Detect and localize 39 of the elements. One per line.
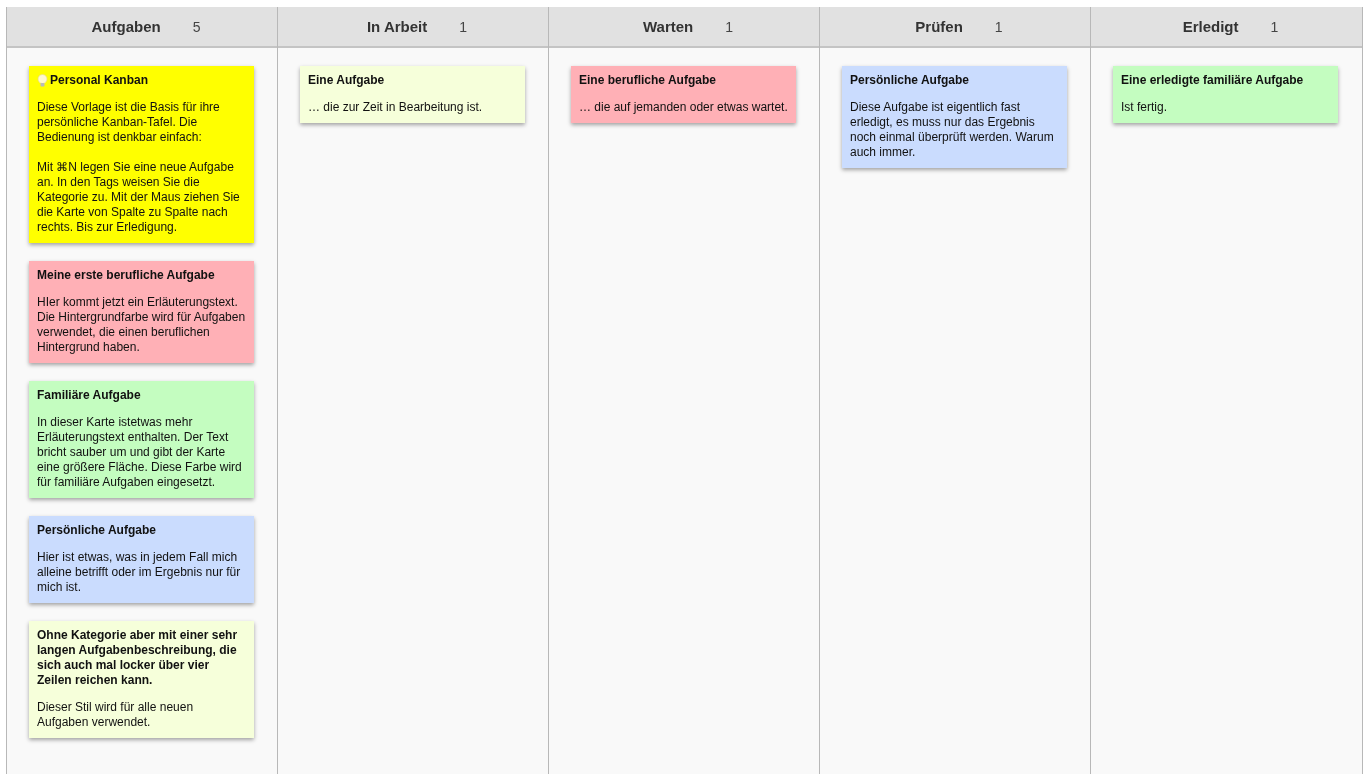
card-title: Familiäre Aufgabe [37,388,141,403]
card-count: 5 [192,18,201,35]
card-count: 1 [1270,18,1279,35]
task-card[interactable]: Eine Aufgabe … die zur Zeit in Bearbeitung ist. [300,66,525,123]
card-title: Ohne Kategorie aber mit einer sehr langen Aufgabenbeschreibung, die sich auch mal locker über vier Zeilen reichen kann. [37,628,239,688]
column-title: Erledigt [1182,18,1239,35]
task-card[interactable]: Persönliche Aufgabe Diese Aufgabe ist eigentlich fast erledigt, es muss nur das Ergebnis noch einmal überprüft werden. Warum auch immer. [842,66,1067,168]
column-title: Prüfen [915,18,963,35]
card-description: Mit ⌘N legen Sie eine neue Aufgabe an. In den Tags weisen Sie die Kategorie zu. Mit der Maus ziehen Sie die Karte von Spalte zu Spalte nach rechts. Bis zur Erledigung. [37,160,241,235]
task-card[interactable]: Eine berufliche Aufgabe … die auf jemanden oder etwas wartet. [571,66,796,123]
task-card[interactable]: Eine erledigte familiäre Aufgabe Ist fertig. [1113,66,1338,123]
card-title: Persönliche Aufgabe [850,73,969,88]
card-description: HIer kommt jetzt ein Erläuterungstext. Die Hintergrundfarbe wird für Aufgaben verwendet, die einen beruflichen Hintergrund haben. [37,295,246,355]
card-description: Ist fertig. [1121,100,1168,115]
card-description: Dieser Stil wird für alle neuen Aufgaben verwendet. [37,700,195,730]
card-description: … die auf jemanden oder etwas wartet. [579,100,788,115]
card-description: In dieser Karte istetwas mehr Erläuterungstext enthalten. Der Text bricht sauber um und gibt der Karte eine größere Fläche. Diese Farbe wird für familiäre Aufgaben eingesetzt. [37,415,243,490]
task-card[interactable] [29,66,254,243]
lightbulb-icon [37,73,48,88]
card-title: Personal Kanban [50,73,149,88]
card-title: Eine Aufgabe [308,73,385,88]
task-card[interactable]: Meine erste berufliche Aufgabe HIer kommt jetzt ein Erläuterungstext. Die Hintergrundfarbe wird für Aufgaben verwendet, die einen beruflichen Hintergrund haben. [29,261,254,363]
task-card[interactable]: Familiäre Aufgabe In dieser Karte istetwas mehr Erläuterungstext enthalten. Der Text bricht sauber um und gibt der Karte eine größere Fläche. Diese Farbe wird für familiäre Aufgaben eingesetzt. [29,381,254,498]
column-title: Warten [642,18,694,35]
card-title: Meine erste berufliche Aufgabe [37,268,215,283]
card-title: Eine berufliche Aufgabe [579,73,716,88]
card-count: 1 [725,18,734,35]
card-title: Persönliche Aufgabe [37,523,156,538]
card-description: … die zur Zeit in Bearbeitung ist. [308,100,484,115]
card-title: Eine erledigte familiäre Aufgabe [1121,73,1304,88]
card-count: 1 [459,18,468,35]
task-card[interactable]: Persönliche Aufgabe Hier ist etwas, was in jedem Fall mich alleine betrifft oder im Ergebnis nur für mich ist. [29,516,254,603]
column-title: Aufgaben [91,18,161,35]
column-title: In Arbeit [366,18,428,35]
card-description: Hier ist etwas, was in jedem Fall mich alleine betrifft oder im Ergebnis nur für mich ist. [37,550,242,595]
card-description: Diese Aufgabe ist eigentlich fast erledigt, es muss nur das Ergebnis noch einmal überprüft werden. Warum auch immer. [850,100,1055,160]
task-card[interactable]: Ohne Kategorie aber mit einer sehr langen Aufgabenbeschreibung, die sich auch mal locker über vier Zeilen reichen kann. Dieser Stil wird für alle neuen Aufgaben verwendet. [29,621,254,738]
card-description: Diese Vorlage ist die Basis für ihre persönliche Kanban-Tafel. Die Bedienung ist denkbar einfach: [37,100,221,145]
card-count: 1 [994,18,1003,35]
